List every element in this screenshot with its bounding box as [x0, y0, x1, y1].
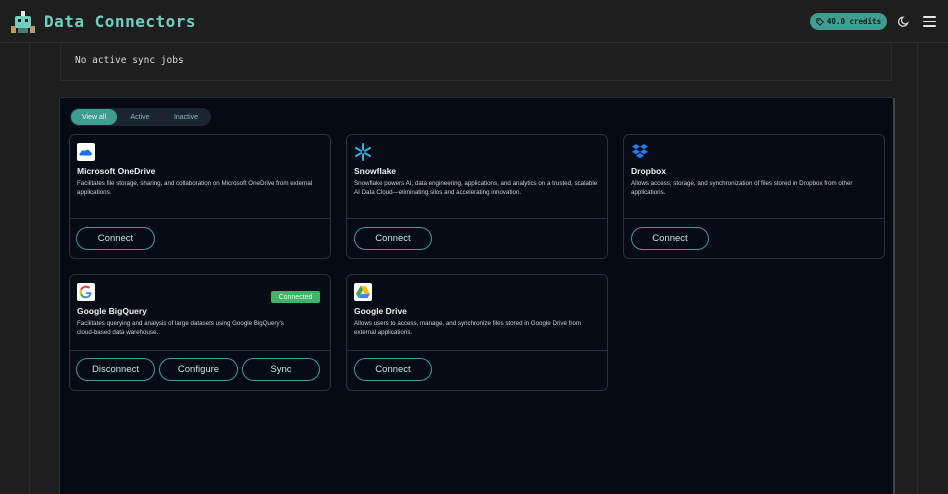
moon-icon[interactable] [897, 16, 909, 28]
connect-button[interactable]: Connect [631, 227, 709, 250]
connector-card-bigquery: Connected Google BigQuery Facilitates qu… [69, 274, 331, 391]
tab-view-all[interactable]: View all [71, 109, 117, 125]
card-divider [347, 350, 607, 351]
card-divider [70, 350, 330, 351]
connector-title: Dropbox [631, 166, 666, 176]
dropbox-icon [632, 144, 648, 159]
connect-button[interactable]: Connect [354, 358, 432, 381]
connector-description: Facilitates file storage, sharing, and c… [77, 180, 313, 196]
app-header: Data Connectors 40.0 credits [0, 0, 948, 43]
onedrive-icon [77, 143, 95, 161]
page-frame-right [917, 43, 918, 494]
connect-button[interactable]: Connect [76, 227, 155, 250]
configure-button[interactable]: Configure [159, 358, 238, 381]
connector-description: Allows access, storage, and synchronizat… [631, 180, 853, 196]
connector-card-google-drive: Google Drive Allows users to access, man… [346, 274, 608, 391]
credits-badge[interactable]: 40.0 credits [810, 13, 887, 30]
connector-description: Facilitates querying and analysis of lar… [77, 320, 284, 336]
card-divider [624, 218, 884, 219]
google-drive-icon [354, 283, 372, 301]
card-divider [347, 218, 607, 219]
connect-button[interactable]: Connect [354, 227, 432, 250]
connector-description: Allows users to access, manage, and sync… [354, 320, 581, 336]
disconnect-button[interactable]: Disconnect [76, 358, 155, 381]
connector-title: Google Drive [354, 306, 407, 316]
filter-tabs: View all Active Inactive [70, 108, 211, 126]
connector-title: Google BigQuery [77, 306, 147, 316]
sync-jobs-panel: No active sync jobs [60, 43, 892, 81]
tab-active[interactable]: Active [118, 109, 162, 125]
connector-description: Snowflake powers AI, data engineering, a… [354, 180, 598, 196]
credits-text: 40.0 credits [826, 17, 882, 26]
hamburger-menu-icon[interactable] [923, 16, 936, 27]
connector-card-onedrive: Microsoft OneDrive Facilitates file stor… [69, 134, 331, 259]
tab-inactive[interactable]: Inactive [162, 109, 210, 125]
page-frame-left [29, 43, 30, 494]
app-title: Data Connectors [44, 12, 196, 31]
connector-card-snowflake: Snowflake Snowflake powers AI, data engi… [346, 134, 608, 259]
sync-button[interactable]: Sync [242, 358, 320, 381]
snowflake-icon [355, 143, 371, 161]
google-icon [77, 283, 95, 301]
connector-title: Microsoft OneDrive [77, 166, 156, 176]
sync-status-text: No active sync jobs [75, 55, 184, 66]
robot-logo-icon[interactable] [10, 10, 36, 34]
connector-card-dropbox: Dropbox Allows access, storage, and sync… [623, 134, 885, 259]
card-divider [70, 218, 330, 219]
connected-badge: Connected [271, 291, 320, 303]
connector-title: Snowflake [354, 166, 397, 176]
connectors-panel: View all Active Inactive Microsoft OneDr… [59, 97, 895, 494]
tag-icon [816, 17, 824, 26]
